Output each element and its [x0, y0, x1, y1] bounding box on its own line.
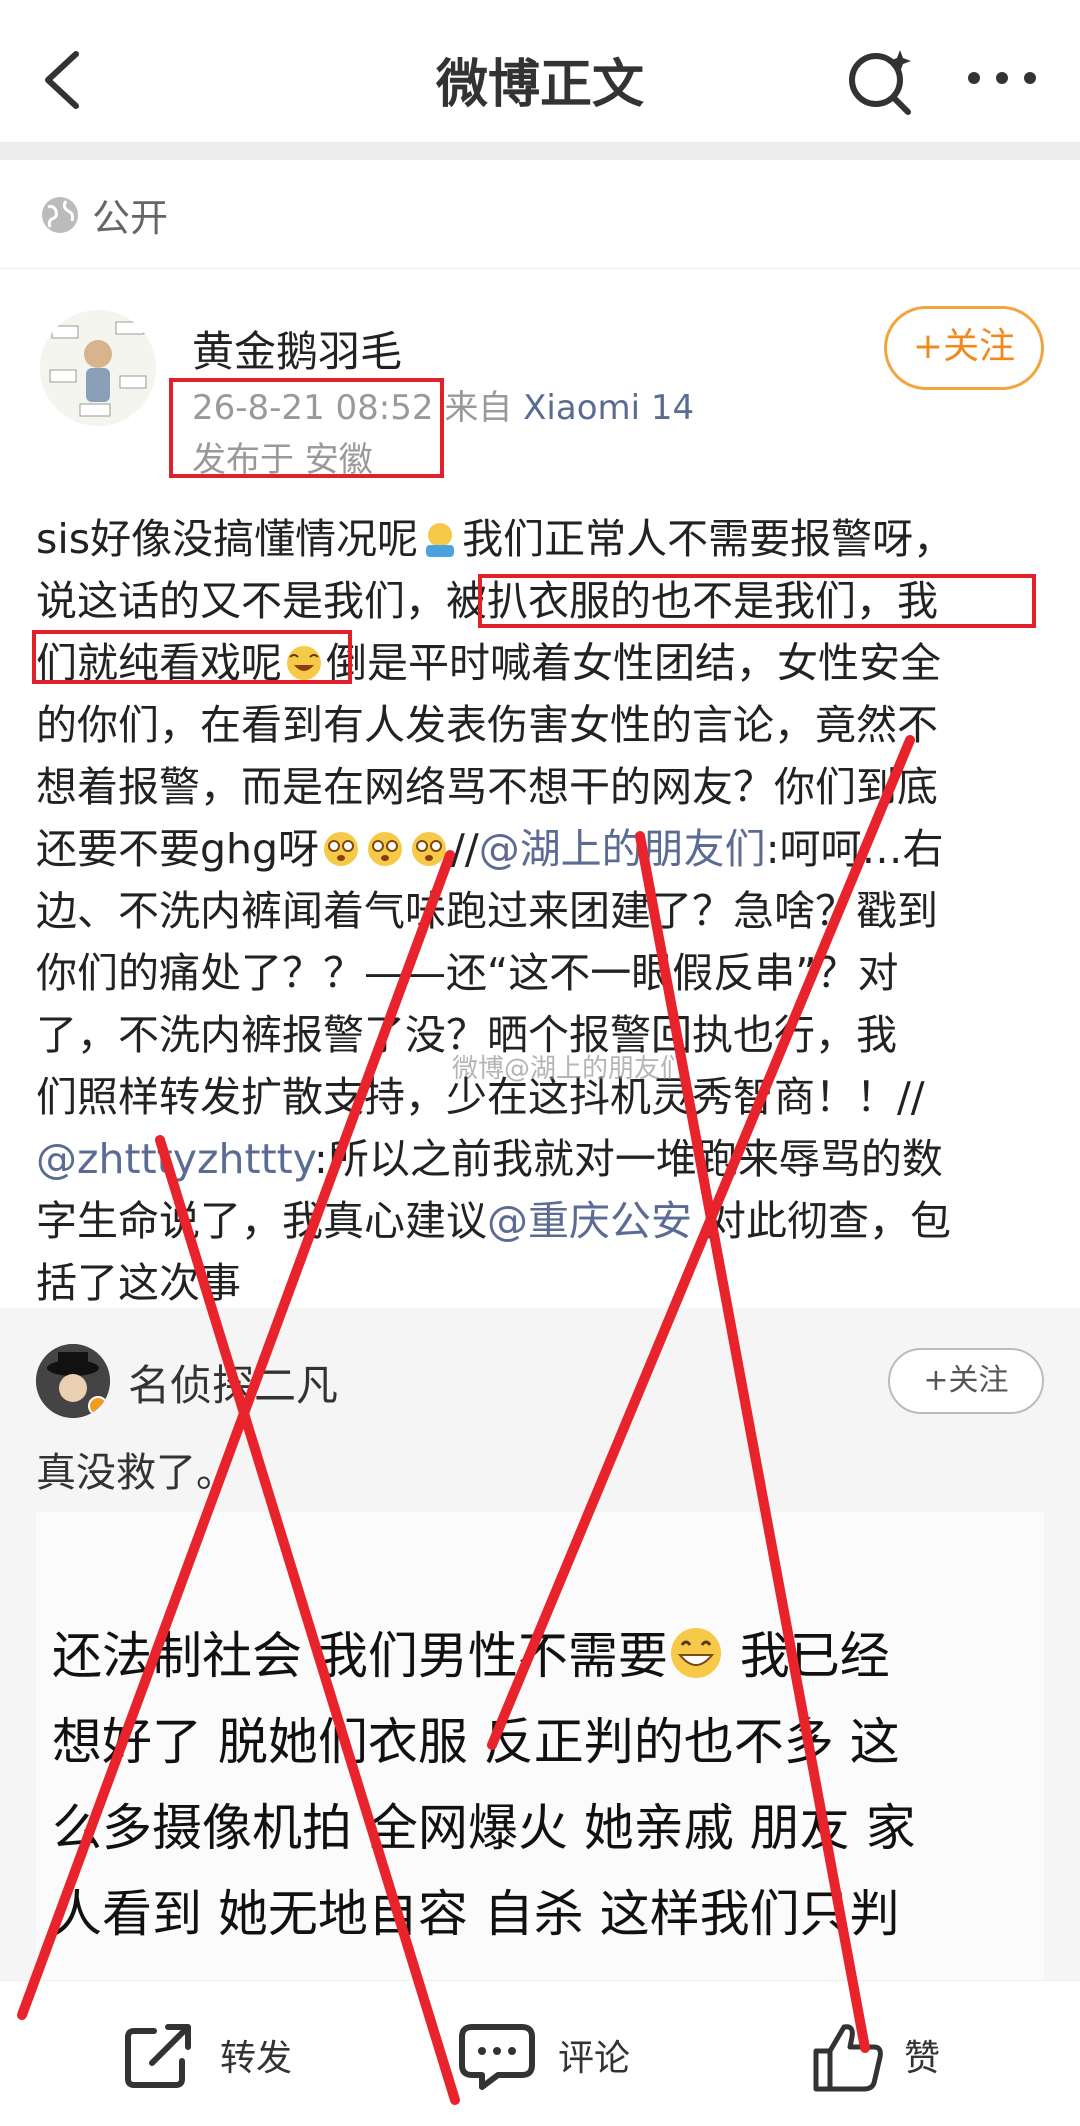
repost-card[interactable]: 名侦探二凡 +关注 真没救了。 还法制社会 我们男性不需要 我已经 想好了 脱她… [0, 1308, 1080, 2008]
detective-avatar-image [36, 1344, 110, 1418]
globe-icon [42, 197, 78, 233]
thumbs-up-icon [813, 2024, 883, 2092]
post-line: 字生命说了，我真心建议@重庆公安 对此彻查，包 [36, 1197, 952, 1245]
shrug-emoji-icon [426, 523, 455, 557]
header-separator [0, 142, 1080, 160]
top-bar: 微博正文 [0, 0, 1080, 142]
annotation-box-text-1 [478, 574, 1036, 628]
post-line: 想着报警，而是在网络骂不想干的网友？你们到底 [36, 763, 938, 811]
like-label: 赞 [904, 2038, 941, 2079]
avatar-image [40, 310, 156, 426]
post-source[interactable]: Xiaomi 14 [523, 388, 694, 428]
repost-follow-button[interactable]: +关注 [888, 1348, 1044, 1414]
comment-icon [459, 2024, 535, 2090]
search-sparkle-icon[interactable] [846, 46, 916, 116]
mention-link[interactable]: @重庆公安 [487, 1197, 692, 1245]
author-name[interactable]: 黄金鹅羽毛 [192, 318, 402, 379]
page-title: 微博正文 [435, 55, 644, 115]
avatar[interactable] [40, 310, 156, 426]
grin-emoji-icon [670, 1628, 721, 1678]
flushed-emoji-icon [324, 832, 359, 866]
post-line: @zhtttyzhttty:所以之前我就对一堆跑来辱骂的数 [36, 1135, 943, 1183]
post-line: sis好像没搞懂情况呢 我们正常人不需要报警呀， [36, 515, 955, 563]
comment-action[interactable]: 评论 [458, 1981, 658, 2126]
follow-button[interactable]: +关注 [884, 306, 1044, 390]
annotation-box-text-2 [32, 630, 352, 684]
image-text-line: 想好了 脱她们衣服 反正判的也不多 这 [52, 1713, 900, 1771]
repost-image[interactable]: 还法制社会 我们男性不需要 我已经 想好了 脱她们衣服 反正判的也不多 这 么多… [36, 1512, 1044, 2008]
share-icon [125, 2024, 191, 2088]
image-text-line: 还法制社会 我们男性不需要 我已经 [52, 1627, 890, 1685]
post-line: 括了这次事 [36, 1259, 241, 1307]
image-text-line: 么多摄像机拍 全网爆火 她亲戚 朋友 家 [52, 1799, 916, 1857]
post-line: 你们的痛处了？？——还“这不一眼假反串”？对 [36, 949, 899, 997]
visibility-row: 公开 [0, 160, 1080, 269]
comment-label: 评论 [558, 2038, 631, 2079]
repost-action[interactable]: 转发 [124, 1981, 324, 2126]
image-text-line: 人看到 她无地自容 自杀 这样我们只判 [52, 1885, 900, 1943]
post-line: 的你们，在看到有人发表伤害女性的言论，竟然不 [36, 701, 938, 749]
annotation-box-meta [169, 378, 444, 478]
source-prefix: 来自 [444, 388, 513, 428]
more-dots-icon[interactable] [962, 60, 1042, 96]
mention-link[interactable]: @湖上的朋友们 [479, 825, 766, 873]
flushed-emoji-icon [412, 832, 447, 866]
repost-author-name[interactable]: 名侦探二凡 [128, 1352, 338, 1413]
flushed-emoji-icon [368, 832, 403, 866]
repost-avatar[interactable] [36, 1344, 110, 1418]
watermark: 微博@湖上的朋友们 [452, 1054, 687, 1084]
mention-link[interactable]: @zhtttyzhttty [36, 1135, 314, 1183]
repost-label: 转发 [220, 2038, 293, 2079]
visibility-label: 公开 [92, 196, 169, 240]
like-action[interactable]: 赞 [812, 1981, 972, 2126]
bottom-action-bar: 转发 评论 赞 [0, 1980, 1080, 2126]
post-line: 还要不要ghg呀//@湖上的朋友们:呵呵…右 [36, 825, 944, 873]
post-line: 边、不洗内裤闻着气味跑过来团建了？急啥？戳到 [36, 887, 938, 935]
post-text: sis好像没搞懂情况呢 我们正常人不需要报警呀， 说这话的又不是我们，被扒衣服的也… [36, 508, 1046, 1314]
repost-text: 真没救了。 [36, 1450, 236, 1496]
